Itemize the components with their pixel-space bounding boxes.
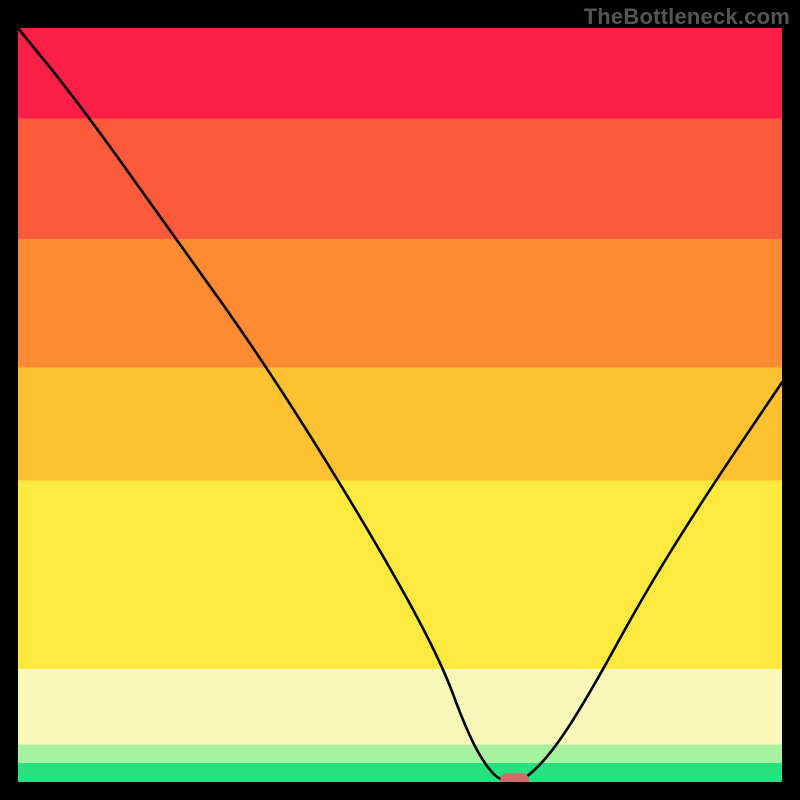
optimal-marker [500, 773, 529, 782]
chart-frame: TheBottleneck.com [0, 0, 800, 800]
watermark-label: TheBottleneck.com [584, 4, 790, 30]
chart-background [18, 28, 782, 782]
chart-svg [18, 28, 782, 782]
chart-plot [18, 28, 782, 782]
